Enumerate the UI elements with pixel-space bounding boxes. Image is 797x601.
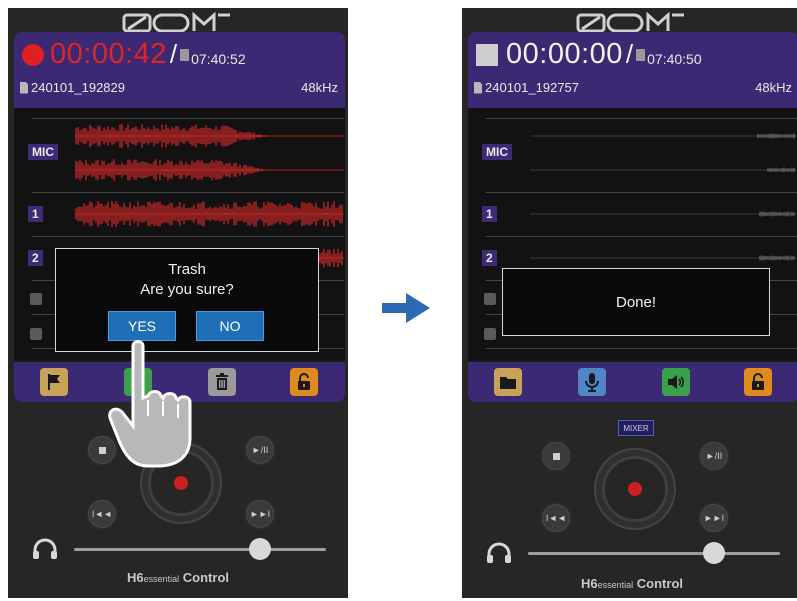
fast-forward-icon: ►►I (703, 513, 725, 523)
headphone-volume-slider[interactable] (74, 548, 326, 551)
recorder-display: 00:00:00 / 07:40:50 240101_192757 48kHz … (468, 32, 797, 402)
tap-hand-pointer (108, 340, 192, 468)
brand-model-suffix: essential (597, 580, 634, 590)
volume-slider-knob[interactable] (703, 542, 726, 564)
fast-forward-button[interactable]: ►►I (244, 498, 276, 530)
dialog-message: Done! (615, 293, 657, 311)
remaining-time: 07:40:50 (647, 50, 702, 67)
timer-row: 00:00:42 / 07:40:52 (22, 38, 246, 71)
speaker-button[interactable] (662, 368, 690, 396)
record-status-icon (22, 43, 44, 66)
stop-button[interactable] (540, 440, 572, 472)
headphone-volume-slider[interactable] (528, 552, 780, 555)
left-phone-screen: 00:00:42 / 07:40:52 240101_192829 48kHz … (8, 8, 348, 598)
no-button[interactable]: NO (196, 311, 264, 341)
lock-button[interactable] (744, 368, 772, 396)
file-icon (474, 81, 482, 94)
time-separator: / (169, 39, 178, 69)
play-pause-icon: ►/II (705, 451, 723, 461)
play-pause-icon: ►/II (251, 445, 269, 455)
trash-icon (216, 373, 228, 390)
track-divider (486, 348, 797, 349)
mic-button[interactable] (578, 368, 606, 396)
volume-slider-knob[interactable] (249, 538, 272, 560)
status-header: 00:00:00 / 07:40:50 240101_192757 48kHz (468, 32, 797, 108)
track-mic-icon (484, 328, 496, 340)
folder-icon (500, 377, 516, 389)
filename: 240101_192757 (485, 80, 579, 95)
trash-button[interactable] (208, 368, 236, 396)
right-phone-screen: 00:00:00 / 07:40:50 240101_192757 48kHz … (462, 8, 797, 598)
record-icon (174, 476, 188, 490)
play-pause-button[interactable]: ►/II (698, 440, 730, 472)
lock-icon (298, 373, 310, 390)
transition-arrow-icon (382, 293, 430, 323)
toolbar (468, 362, 797, 402)
dialog-title: Trash (168, 261, 206, 278)
brand-model: H6 (127, 570, 144, 585)
yes-button[interactable]: YES (108, 311, 176, 341)
done-dialog: Done! (502, 268, 770, 336)
rewind-icon: I◄◄ (545, 513, 567, 523)
play-pause-button[interactable]: ►/II (244, 434, 276, 466)
brand-model-suffix: essential (143, 574, 180, 584)
file-icon (20, 81, 28, 94)
mixer-button[interactable]: MIXER (618, 420, 654, 436)
mic-icon (585, 373, 599, 392)
fast-forward-button[interactable]: ►►I (698, 502, 730, 534)
dialog-message: Are you sure? (140, 281, 234, 298)
flag-button[interactable] (40, 368, 68, 396)
brand-model: H6 (581, 576, 598, 591)
flag-icon (48, 374, 60, 390)
fast-forward-icon: ►►I (249, 509, 271, 519)
remaining-time: 07:40:52 (191, 50, 246, 67)
sd-card-icon (636, 48, 646, 61)
stopped-status-icon (476, 43, 498, 66)
sample-rate: 48kHz (755, 80, 792, 95)
brand-label: H6essential Control (8, 570, 348, 585)
record-icon (628, 482, 642, 496)
lock-button[interactable] (290, 368, 318, 396)
timer-row: 00:00:00 / 07:40:50 (476, 38, 702, 71)
rewind-button[interactable]: I◄◄ (540, 502, 572, 534)
lock-icon (752, 373, 764, 390)
rewind-icon: I◄◄ (91, 509, 113, 519)
headphone-icon (487, 542, 511, 563)
trash-confirm-dialog: Trash Are you sure? YES NO (55, 248, 319, 352)
brand-label: H6essential Control (462, 576, 797, 591)
file-row: 240101_192829 48kHz (20, 80, 338, 95)
elapsed-time: 00:00:42 (50, 38, 167, 70)
track-mic-icon (30, 328, 42, 340)
sd-card-icon (180, 48, 190, 61)
stop-icon (98, 446, 106, 454)
elapsed-time: 00:00:00 (506, 38, 623, 70)
rewind-button[interactable]: I◄◄ (86, 498, 118, 530)
stop-icon (552, 452, 560, 460)
brand-app: Control (636, 576, 683, 591)
status-header: 00:00:42 / 07:40:52 240101_192829 48kHz (14, 32, 345, 108)
folder-button[interactable] (494, 368, 522, 396)
file-row: 240101_192757 48kHz (474, 80, 792, 95)
headphone-icon (33, 538, 57, 559)
time-separator: / (625, 39, 634, 69)
filename: 240101_192829 (31, 80, 125, 95)
sample-rate: 48kHz (301, 80, 338, 95)
brand-app: Control (182, 570, 229, 585)
record-button[interactable] (602, 456, 668, 522)
speaker-icon (668, 375, 684, 389)
